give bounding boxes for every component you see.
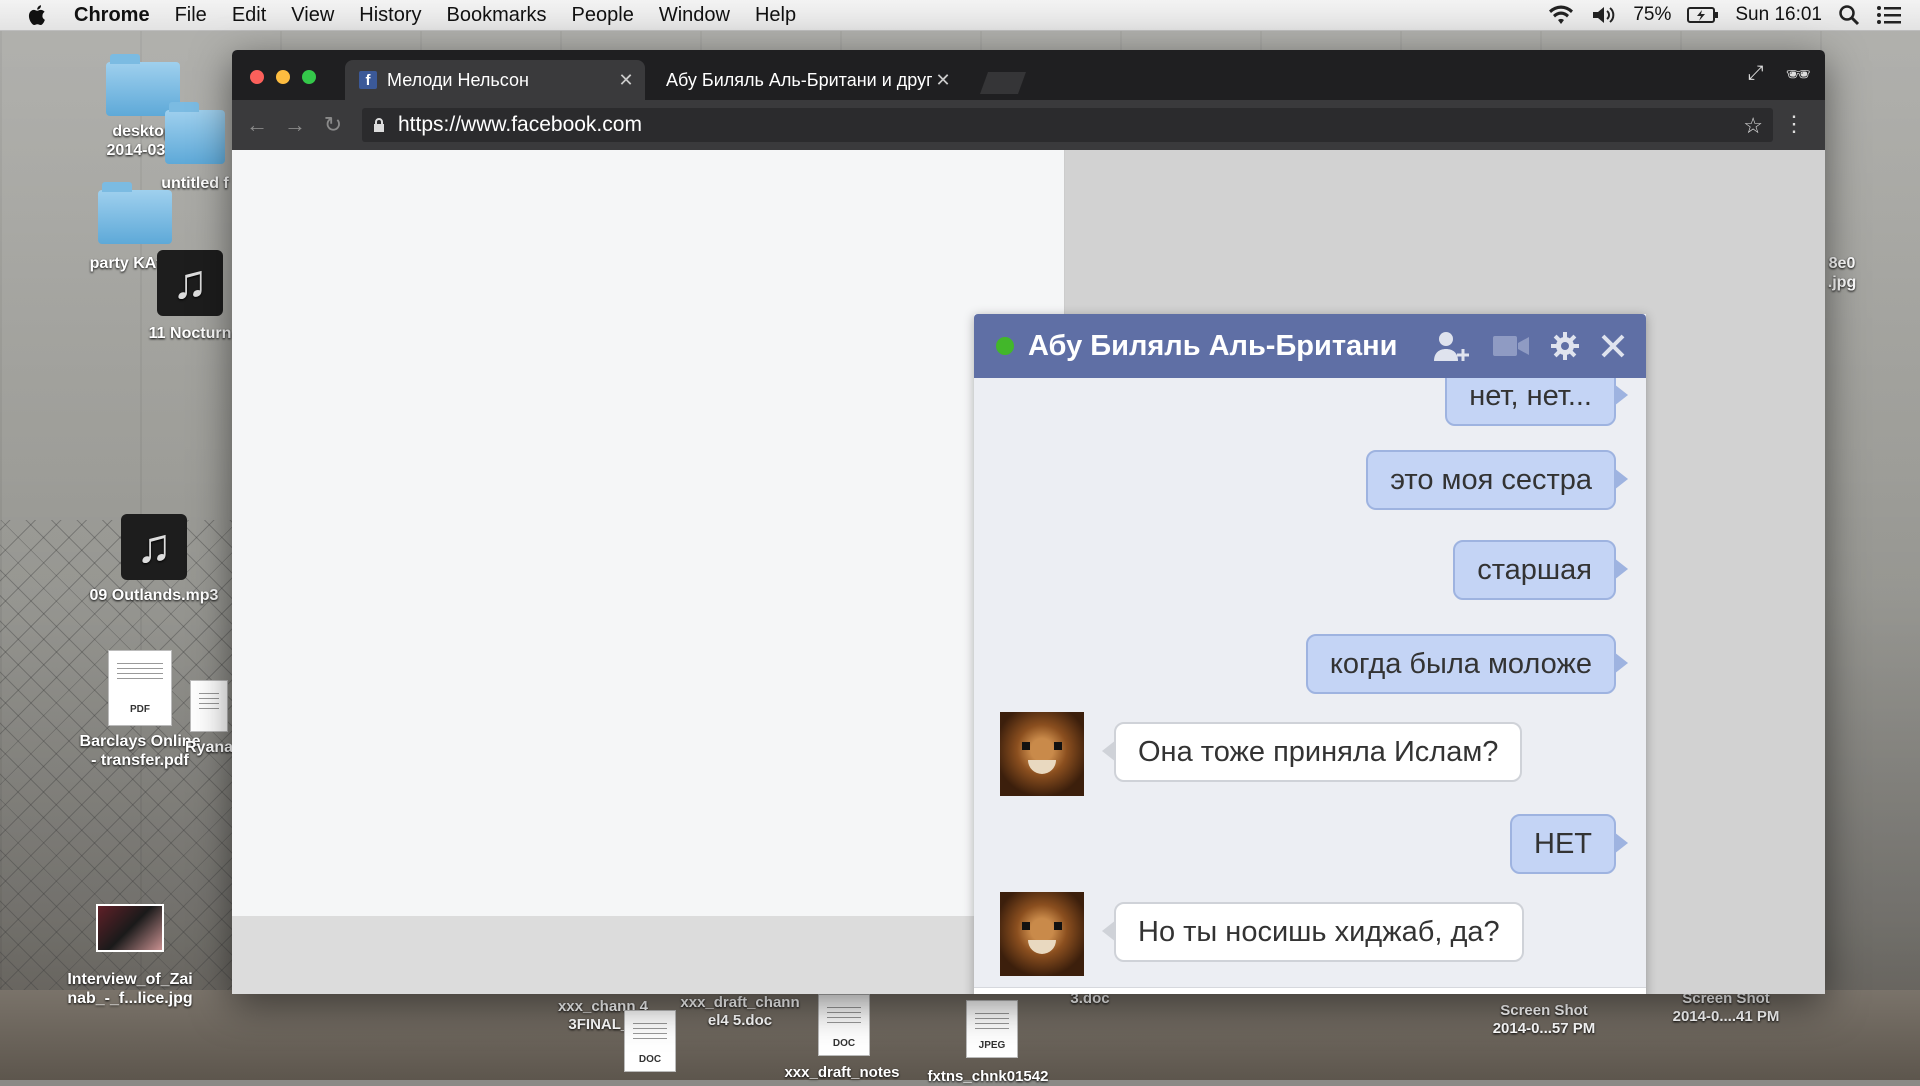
tab-close-icon[interactable]: ✕ <box>615 70 637 91</box>
desktop-file-8e0[interactable]: 8e0 .jpg <box>1822 254 1862 292</box>
menu-clock[interactable]: Sun 16:01 <box>1735 4 1822 26</box>
lock-icon <box>374 118 384 132</box>
new-tab-button[interactable] <box>979 72 1027 94</box>
url-text: https://www.facebook.com <box>398 113 642 136</box>
video-call-icon[interactable] <box>1492 333 1530 359</box>
menu-bookmarks[interactable]: Bookmarks <box>447 4 547 27</box>
menu-extras: 75% Sun 16:01 <box>1547 0 1902 30</box>
facebook-favicon-icon: f <box>359 71 377 89</box>
chat-message-mine[interactable]: старшая <box>1453 540 1628 600</box>
desktop-folder-untitled[interactable]: untitled f <box>150 102 240 193</box>
chat-message-mine[interactable]: НЕТ <box>1510 814 1628 874</box>
contact-avatar[interactable] <box>1000 712 1084 796</box>
pdf-file-icon: PDF <box>108 650 172 726</box>
chat-message-mine[interactable]: это моя сестра <box>1366 450 1628 510</box>
desktop-file-screenshot-1[interactable]: Screen Shot 2014-0...57 PM <box>1476 1002 1612 1038</box>
wifi-icon[interactable] <box>1547 4 1575 26</box>
menu-people[interactable]: People <box>572 4 634 27</box>
desktop-icon-label: 11 Nocturn <box>148 325 232 342</box>
facebook-page-footer <box>232 916 1064 994</box>
online-status-icon <box>996 337 1014 355</box>
reload-icon[interactable]: ↻ <box>314 112 352 138</box>
desktop-file-nocturne[interactable]: ♫ 11 Nocturn <box>140 250 240 343</box>
settings-gear-icon[interactable] <box>1550 331 1580 361</box>
tab-title: Мелоди Нельсон <box>387 69 529 90</box>
chat-message-mine[interactable]: нет, нет... <box>1445 378 1628 426</box>
image-thumbnail-icon <box>96 904 164 952</box>
jpeg-file-icon[interactable]: JPEG <box>966 1000 1018 1058</box>
incognito-icon: 🕶 <box>1785 64 1811 86</box>
volume-icon[interactable] <box>1591 4 1617 26</box>
spotlight-search-icon[interactable] <box>1838 4 1860 26</box>
desktop-file-screenshot-2[interactable]: Screen Shot 2014-0....41 PM <box>1658 990 1794 1026</box>
music-note-icon: ♫ <box>157 250 223 316</box>
back-icon[interactable]: ← <box>238 112 276 138</box>
folder-icon <box>98 182 172 244</box>
menu-app-chrome[interactable]: Chrome <box>74 4 150 27</box>
chat-message-theirs[interactable]: Но ты носишь хиджаб, да? <box>1102 902 1524 962</box>
tab-close-icon[interactable]: ✕ <box>932 70 954 91</box>
desktop-file-draft-notes[interactable]: xxx_draft_notes <box>774 1064 910 1082</box>
chat-message-mine[interactable]: когда была моложе <box>1305 634 1629 694</box>
chat-window: Абу Биляль Аль-Британи нет, нет... это м… <box>974 314 1646 994</box>
battery-icon[interactable] <box>1687 6 1719 24</box>
tab-melody-nelson[interactable]: f Мелоди Нельсон ✕ <box>345 60 645 100</box>
address-bar[interactable]: https://www.facebook.com ☆ <box>362 108 1773 142</box>
menu-history[interactable]: History <box>359 4 421 27</box>
menu-window[interactable]: Window <box>659 4 730 27</box>
battery-percent: 75% <box>1633 4 1672 25</box>
folder-icon <box>165 102 225 164</box>
contact-avatar[interactable] <box>1000 892 1084 976</box>
desktop-file-draft-channel4[interactable]: xxx_draft_chann el4 5.doc <box>672 994 808 1030</box>
notification-center-icon[interactable] <box>1876 4 1902 26</box>
desktop-file-ryana[interactable]: Ryana <box>184 680 234 757</box>
tab-strip: f Мелоди Нельсон ✕ Абу Биляль Аль-Британ… <box>232 50 1825 100</box>
add-friend-icon[interactable] <box>1432 329 1472 363</box>
fullscreen-icon[interactable]: ⤢ <box>1748 62 1764 87</box>
chrome-menu-icon[interactable]: ⋮ <box>1783 112 1805 136</box>
tab-abu-bilyal[interactable]: Абу Биляль Аль-Британи и друг ✕ <box>652 60 962 100</box>
wallpaper-ground <box>0 990 1920 1080</box>
chat-contact-name[interactable]: Абу Биляль Аль-Британи <box>1028 330 1432 363</box>
apple-icon[interactable] <box>26 3 50 27</box>
window-controls: ⤢ 🕶 <box>1748 62 1811 87</box>
browser-toolbar: ← → ↻ https://www.facebook.com ☆ ⋮ <box>232 100 1825 150</box>
desktop-file-fxtns[interactable]: fxtns_chnk01542 <box>920 1068 1056 1086</box>
doc-file-icon[interactable]: DOC <box>818 994 870 1056</box>
desktop-icon-label: 09 Outlands.mp3 <box>89 587 219 604</box>
menu-edit[interactable]: Edit <box>232 4 266 27</box>
chat-message-theirs[interactable]: Она тоже приняла Ислам? <box>1101 722 1523 782</box>
bookmark-star-icon[interactable]: ☆ <box>1743 113 1763 139</box>
chat-message-input[interactable] <box>974 987 1646 994</box>
pdf-file-icon <box>190 680 228 732</box>
music-note-icon: ♫ <box>121 514 187 580</box>
menu-view[interactable]: View <box>291 4 334 27</box>
desktop-file-interview[interactable]: Interview_of_Zai nab_-_f...lice.jpg <box>60 904 200 1008</box>
menu-file[interactable]: File <box>175 4 207 27</box>
chrome-window: f Мелоди Нельсон ✕ Абу Биляль Аль-Британ… <box>232 50 1825 994</box>
forward-icon[interactable]: → <box>276 112 314 138</box>
doc-file-icon[interactable]: DOC <box>624 1010 676 1072</box>
close-window-button[interactable] <box>250 70 264 84</box>
tab-title: Абу Биляль Аль-Британи и друг <box>666 69 932 90</box>
chat-messages[interactable]: нет, нет... это моя сестра старшая когда… <box>974 378 1646 988</box>
menu-bar: Chrome File Edit View History Bookmarks … <box>0 0 1920 31</box>
menu-help[interactable]: Help <box>755 4 796 27</box>
desktop-icon-label: Ryana <box>184 739 234 756</box>
minimize-window-button[interactable] <box>276 70 290 84</box>
desktop-file-outlands[interactable]: ♫ 09 Outlands.mp3 <box>84 514 224 605</box>
facebook-page <box>232 150 1065 916</box>
desktop-icon-label: Interview_of_Zai nab_-_f...lice.jpg <box>67 971 193 1007</box>
close-chat-icon[interactable] <box>1600 333 1626 359</box>
desktop-icon-label: 8e0 .jpg <box>1827 255 1857 291</box>
zoom-window-button[interactable] <box>302 70 316 84</box>
chat-header[interactable]: Абу Биляль Аль-Британи <box>974 314 1646 378</box>
